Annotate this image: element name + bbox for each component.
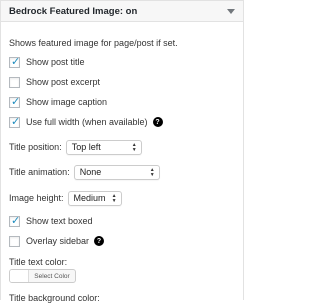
title-animation-label: Title animation: (9, 167, 70, 177)
collapse-arrow-icon[interactable] (227, 9, 235, 14)
title-position-label: Title position: (9, 142, 62, 152)
field-title-position: Title position: Top left ▲ ▼ (9, 138, 142, 156)
option-use-full-width[interactable]: ✓ Use full width (when available) ? (9, 115, 163, 129)
help-icon[interactable]: ? (152, 117, 163, 127)
title-text-color-label: Title text color: (9, 257, 68, 267)
help-icon[interactable]: ? (94, 236, 105, 246)
show-post-excerpt-label: Show post excerpt (26, 77, 101, 87)
option-overlay-sidebar[interactable]: Overlay sidebar ? (9, 234, 105, 248)
overlay-sidebar-checkbox[interactable] (9, 235, 20, 247)
panel-header[interactable]: Bedrock Featured Image: on (1, 0, 243, 22)
title-animation-value: None (79, 167, 102, 177)
title-position-select[interactable]: Top left ▲ ▼ (65, 139, 142, 155)
title-background-color-label: Title background color: (9, 293, 100, 303)
featured-image-panel: Bedrock Featured Image: on Shows feature… (0, 0, 244, 303)
option-show-post-excerpt[interactable]: Show post excerpt (9, 75, 100, 89)
checkmark-icon: ✓ (11, 214, 21, 227)
select-arrows-icon: ▲ ▼ (149, 166, 155, 178)
select-arrows-icon: ▲ ▼ (111, 192, 117, 204)
title-animation-select[interactable]: None ▲ ▼ (73, 164, 160, 180)
show-image-caption-label: Show image caption (26, 97, 108, 107)
checkmark-icon: ✓ (11, 95, 21, 108)
show-image-caption-checkbox[interactable]: ✓ (9, 95, 21, 108)
use-full-width-checkbox[interactable]: ✓ (9, 115, 21, 128)
panel-title: Bedrock Featured Image: on (9, 6, 138, 17)
show-post-title-checkbox[interactable]: ✓ (9, 55, 21, 68)
image-height-value: Medium (73, 193, 106, 203)
checkmark-icon: ✓ (11, 55, 21, 68)
select-arrows-icon: ▲ ▼ (131, 141, 137, 153)
use-full-width-label: Use full width (when available) (26, 117, 148, 127)
field-title-animation: Title animation: None ▲ ▼ (9, 163, 160, 181)
show-post-excerpt-checkbox[interactable] (9, 76, 20, 88)
color-swatch[interactable] (10, 270, 29, 282)
select-color-button[interactable]: Select Color (29, 270, 75, 282)
panel-description: Shows featured image for page/post if se… (9, 38, 178, 48)
field-image-height: Image height: Medium ▲ ▼ (9, 189, 122, 207)
checkmark-icon: ✓ (11, 115, 21, 128)
image-height-label: Image height: (9, 193, 64, 203)
show-post-title-label: Show post title (26, 57, 85, 67)
show-text-boxed-label: Show text boxed (26, 216, 93, 226)
title-position-value: Top left (71, 142, 101, 152)
option-show-post-title[interactable]: ✓ Show post title (9, 55, 85, 69)
title-text-color-picker[interactable]: Select Color (9, 269, 76, 283)
show-text-boxed-checkbox[interactable]: ✓ (9, 214, 21, 227)
option-show-image-caption[interactable]: ✓ Show image caption (9, 95, 107, 109)
image-height-select[interactable]: Medium ▲ ▼ (67, 190, 122, 206)
option-show-text-boxed[interactable]: ✓ Show text boxed (9, 214, 93, 228)
overlay-sidebar-label: Overlay sidebar (26, 236, 90, 246)
